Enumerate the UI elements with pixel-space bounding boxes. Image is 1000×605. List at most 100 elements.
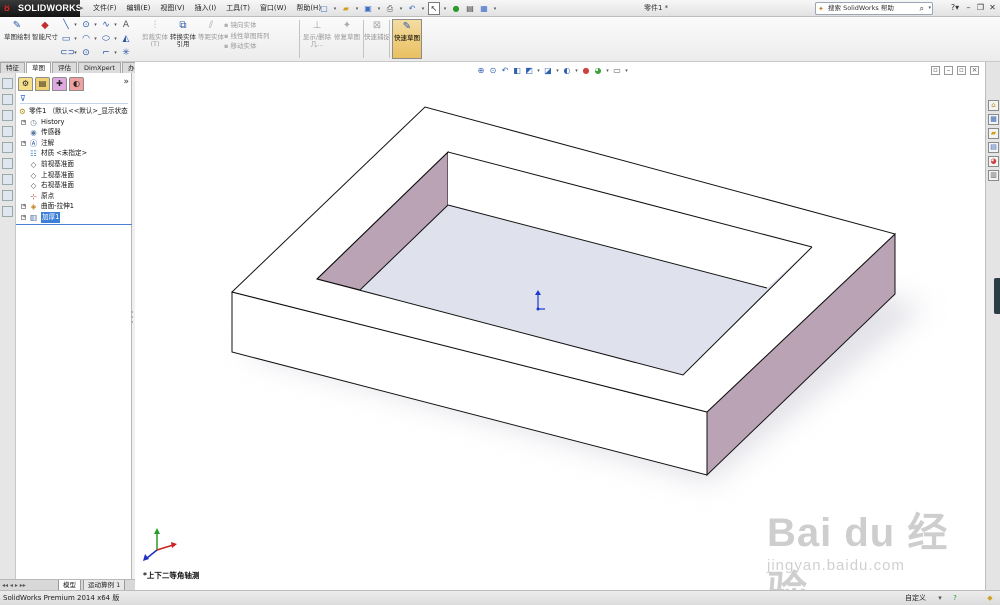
property-manager-tab-icon[interactable]: ▤ [35,77,50,91]
display-delete-relations-button[interactable]: ⊥ 显示/删除几... [302,19,332,59]
tree-item-right-plane[interactable]: ◇ 右视基准面 [16,180,132,191]
feature-manager-tab-icon[interactable]: ⚙ [18,77,33,91]
slot-icon[interactable]: ⊂⊃ [60,47,75,59]
unit-system[interactable]: 自定义 [905,591,926,605]
tab-sketch[interactable]: 草图 [26,62,51,73]
help-icon[interactable]: ?▾ [948,1,962,15]
view-settings-icon[interactable]: ▭ [612,65,622,77]
close-icon[interactable]: ✕ [987,1,998,15]
menu-insert[interactable]: 插入(I) [190,0,222,17]
view-orientation-icon[interactable]: ◩ [524,65,534,77]
open-dropdown-icon[interactable]: ▾ [354,2,360,15]
search-dropdown-icon[interactable]: ▾ [928,3,931,14]
options-icon[interactable]: ▦ [478,2,490,15]
toolbar-button-icon[interactable] [2,174,13,185]
mirror-entities-button[interactable]: 镜向实体 [224,20,269,31]
expand-icon[interactable]: + [21,204,26,210]
move-entities-button[interactable]: 移动实体 [224,41,269,52]
linear-pattern-button[interactable]: 线性草图阵列 [224,31,269,42]
line-dropdown-icon[interactable]: ▾ [73,19,78,31]
previous-view-icon[interactable]: ↶ [500,65,510,77]
doc-close-icon[interactable]: × [970,66,979,75]
toolbar-button-icon[interactable] [2,78,13,89]
doc-minimize-icon[interactable]: – [944,66,953,75]
doc-restore-icon[interactable]: ▫ [957,66,966,75]
help-search-input[interactable]: ✦ 搜索 SolidWorks 帮助 ⌕ ▾ [815,2,933,15]
menu-expand-icon[interactable]: ▸ [80,0,86,17]
restore-icon[interactable]: ❐ [975,1,986,15]
units-dropdown-icon[interactable]: ▾ [935,593,945,603]
text-icon[interactable]: A [120,19,132,31]
toolbar-button-icon[interactable] [2,158,13,169]
menu-file[interactable]: 文件(F) [88,0,122,17]
smart-dimension-button[interactable]: ◆ 智能尺寸 [30,19,60,59]
tree-root[interactable]: ⚙ 零件1 （默认<<默认>_显示状态 [16,106,132,117]
print-dropdown-icon[interactable]: ▾ [398,2,404,15]
undo-dropdown-icon[interactable]: ▾ [420,2,426,15]
repair-sketch-button[interactable]: ✦ 修复草图 [332,19,362,59]
ellipse-dropdown-icon[interactable]: ▾ [113,33,118,45]
options-dropdown-icon[interactable]: ▾ [492,2,498,15]
menu-edit[interactable]: 编辑(E) [122,0,156,17]
toolbar-button-icon[interactable] [2,110,13,121]
tree-item-sensors[interactable]: ◉ 传感器 [16,127,132,138]
design-library-icon[interactable]: ▦ [988,114,999,125]
zoom-to-fit-icon[interactable]: ⊕ [476,65,486,77]
toolbar-button-icon[interactable] [2,190,13,201]
toolbar-button-icon[interactable] [2,94,13,105]
menu-window[interactable]: 窗口(W) [255,0,291,17]
file-properties-icon[interactable]: ▤ [464,2,476,15]
point-icon[interactable]: ✳ [120,47,132,59]
open-folder-icon[interactable]: ▰ [340,2,352,15]
hide-show-dropdown-icon[interactable]: ▾ [574,65,579,77]
tree-item-material[interactable]: ☷ 材质 <未指定> [16,148,132,159]
menu-view[interactable]: 视图(V) [155,0,189,17]
polygon-icon[interactable]: ⊙ [80,47,92,59]
circle-dropdown-icon[interactable]: ▾ [93,19,98,31]
display-manager-tab-icon[interactable]: ◐ [69,77,84,91]
apply-scene-icon[interactable]: ◕ [593,65,603,77]
section-view-icon[interactable]: ◧ [512,65,522,77]
search-icon[interactable]: ⌕ [920,3,924,14]
filter-icon[interactable]: ⊽ [20,94,128,104]
tab-features[interactable]: 特征 [0,62,25,73]
file-explorer-icon[interactable]: ▰ [988,128,999,139]
arc-dropdown-icon[interactable]: ▾ [93,33,98,45]
new-dropdown-icon[interactable]: ▾ [332,2,338,15]
tab-evaluate[interactable]: 评估 [52,62,77,73]
rapid-sketch-button[interactable]: ✎ 快速草图 [392,19,422,59]
toolbar-button-icon[interactable] [2,142,13,153]
tree-item-history[interactable]: + ◷ History [16,117,132,128]
expand-icon[interactable]: + [21,214,26,220]
minimize-icon[interactable]: – [963,1,974,15]
graphics-area[interactable]: ⊕ ⊙ ↶ ◧ ◩ ▾ ◪ ▾ ◐ ▾ ● ◕ ▾ ▭ ▾ ▫ – ▫ × *上… [135,62,985,590]
tree-item-thicken[interactable]: + ▥ 加厚1 [16,211,132,223]
hide-show-items-icon[interactable]: ◐ [562,65,572,77]
tree-item-origin[interactable]: ⊹ 原点 [16,191,132,202]
notification-icon[interactable]: ◆ [985,593,995,603]
print-icon[interactable]: ⎙ [384,2,396,15]
tab-dimxpert[interactable]: DimXpert [78,62,121,73]
trim-entities-button[interactable]: ⫶ 剪裁实体(T) [140,19,170,59]
rectangle-icon[interactable]: ▭ [60,33,72,45]
line-icon[interactable]: ╲ [60,19,72,31]
display-style-icon[interactable]: ◪ [543,65,553,77]
toolbar-button-icon[interactable] [2,126,13,137]
plane-sketch-icon[interactable]: ◭ [120,33,132,45]
tab-nav-arrows-icon[interactable]: ◂◂ ◂ ▸ ▸▸ [2,581,26,590]
tree-item-top-plane[interactable]: ◇ 上视基准面 [16,170,132,181]
view-orientation-dropdown-icon[interactable]: ▾ [536,65,541,77]
tree-item-front-plane[interactable]: ◇ 前视基准面 [16,159,132,170]
sketch-button[interactable]: ✎ 草图绘制 [2,19,32,59]
task-pane-grip[interactable] [994,278,1000,314]
tree-item-surface-extrude[interactable]: + ◈ 曲面-拉伸1 [16,201,132,212]
new-document-icon[interactable]: ▢ [318,2,330,15]
select-dropdown-icon[interactable]: ▾ [442,2,448,15]
slot-dropdown-icon[interactable]: ▾ [73,47,78,59]
solidworks-logo[interactable]: ᴕ SOLIDWORKS [0,0,82,17]
fillet-dropdown-icon[interactable]: ▾ [113,47,118,59]
expand-icon[interactable]: + [21,140,26,146]
appearances-icon[interactable]: ◕ [988,156,999,167]
save-dropdown-icon[interactable]: ▾ [376,2,382,15]
rollback-bar[interactable] [16,224,132,225]
